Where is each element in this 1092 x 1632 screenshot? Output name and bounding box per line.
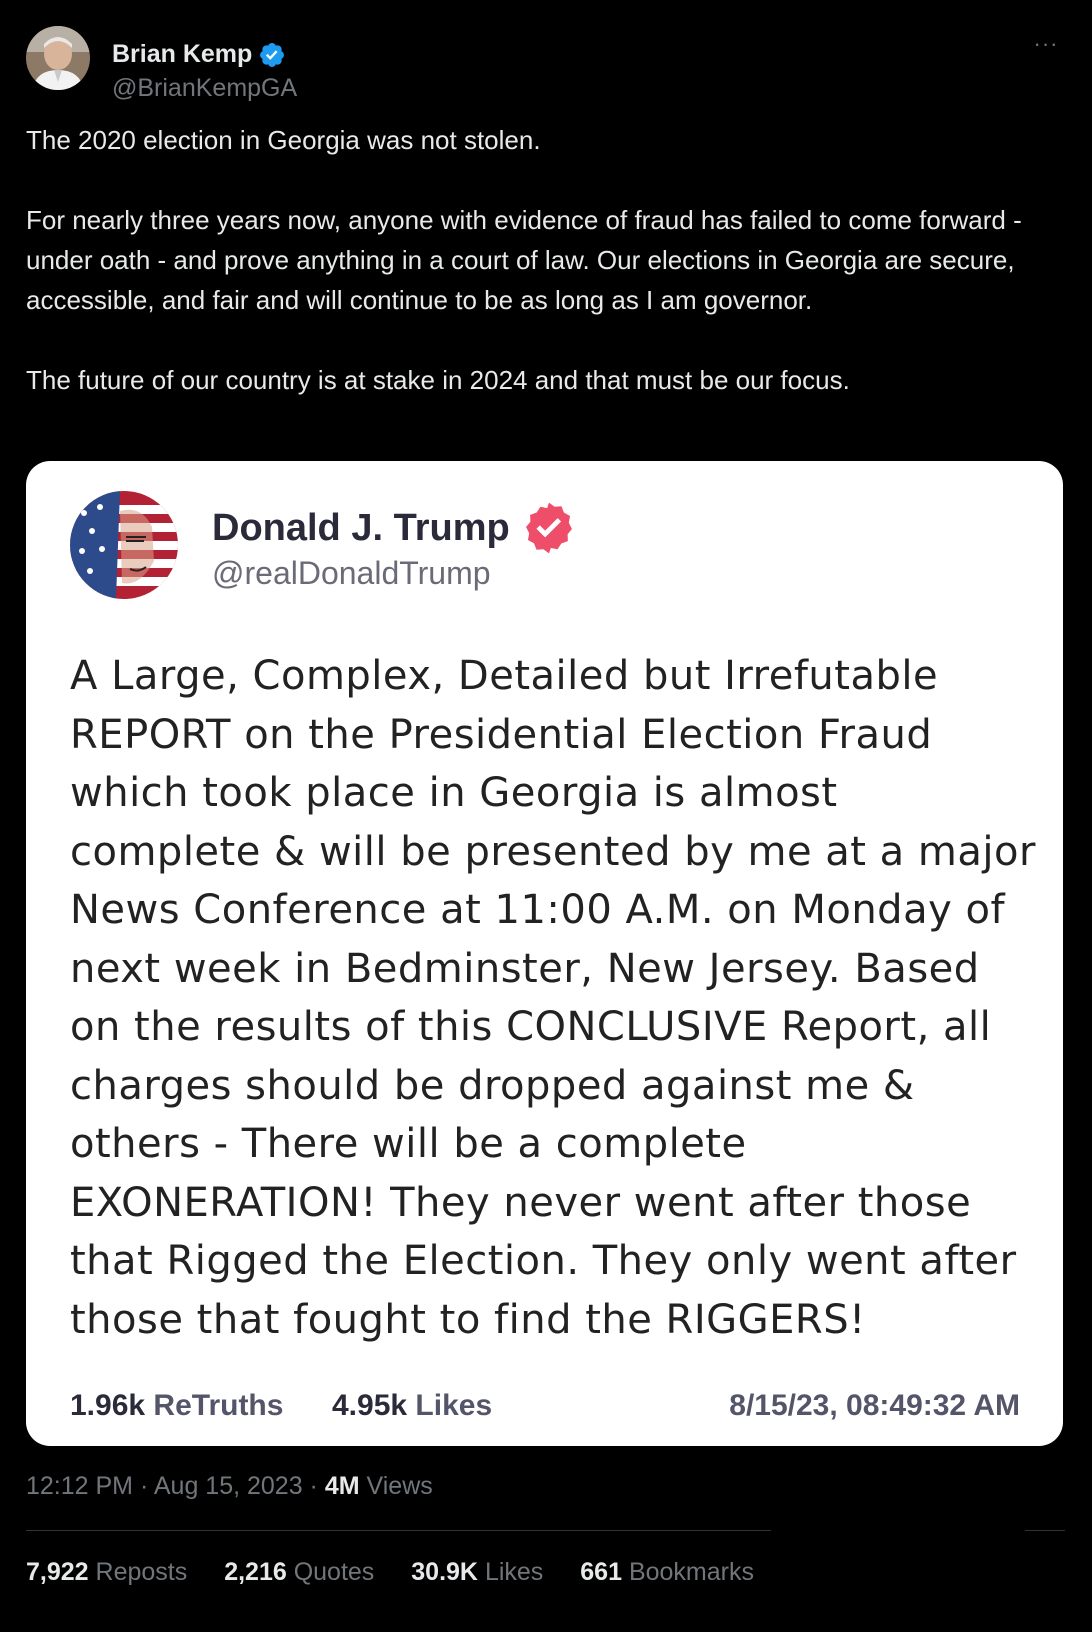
engagement-bar: 7,922 Reposts 2,216 Quotes 30.9K Likes 6… <box>26 1558 784 1587</box>
quoted-author-name: Donald J. Trump <box>212 506 510 549</box>
quoted-text-line: A Large, Complex, Detailed but Irrefutab… <box>70 653 939 699</box>
divider <box>26 1530 771 1531</box>
tweet-paragraph: The future of our country is at stake in… <box>26 365 850 395</box>
quoted-post-text: A Large, Complex, Detailed but Irrefutab… <box>70 647 1050 1349</box>
tweet-paragraph: For nearly three years now, anyone with … <box>26 205 1022 315</box>
views-label: Views <box>366 1472 433 1500</box>
meta-separator: · <box>302 1472 325 1500</box>
quoted-retruths-stat: 1.96k ReTruths <box>70 1389 283 1423</box>
quotes-label: Quotes <box>293 1558 375 1586</box>
quoted-likes-label: Likes <box>415 1389 493 1422</box>
more-options-button[interactable]: ··· <box>1026 31 1066 56</box>
likes-label: Likes <box>484 1558 544 1586</box>
truth-verified-badge-icon <box>525 502 572 554</box>
more-dots-icon: ··· <box>1033 31 1059 56</box>
tweet-meta: 12:12 PM · Aug 15, 2023 · 4M Views <box>26 1472 433 1501</box>
tweet-text: The 2020 election in Georgia was not sto… <box>26 120 1036 400</box>
tweet-time[interactable]: 12:12 PM <box>26 1472 133 1500</box>
quoted-likes-stat: 4.95k Likes <box>332 1389 492 1423</box>
quoted-text-line: complete & will be presented by me at a … <box>70 828 1036 875</box>
reposts-link[interactable]: 7,922 Reposts <box>26 1558 187 1587</box>
quoted-text-line: EXONERATION! They never went after those <box>70 1179 972 1226</box>
meta-separator: · <box>133 1472 154 1500</box>
bookmarks-label: Bookmarks <box>628 1558 754 1586</box>
views-count: 4M <box>324 1472 360 1500</box>
quoted-author-handle: @realDonaldTrump <box>212 555 491 591</box>
quoted-text-line: next week in Bedminster, New Jersey. Bas… <box>70 945 980 992</box>
quoted-text-line: News Conference at 11:00 A.M. on Monday … <box>70 887 1006 933</box>
likes-count: 30.9K <box>411 1558 478 1586</box>
likes-link[interactable]: 30.9K Likes <box>411 1558 543 1587</box>
quotes-link[interactable]: 2,216 Quotes <box>224 1558 374 1587</box>
bookmarks-count: 661 <box>580 1558 622 1586</box>
quoted-text-line: which took place in Georgia is almost <box>70 770 838 816</box>
quoted-text-line: charges should be dropped against me & <box>70 1062 915 1109</box>
quoted-text-line: those that fought to find the RIGGERS! <box>70 1296 866 1343</box>
quoted-likes-count: 4.95k <box>332 1389 408 1422</box>
quoted-text-line: on the results of this CONCLUSIVE Report… <box>70 1004 992 1050</box>
tweet-date[interactable]: Aug 15, 2023 <box>154 1472 303 1500</box>
quoted-post-timestamp: 8/15/23, 08:49:32 AM <box>729 1389 1020 1422</box>
quotes-count: 2,216 <box>224 1558 287 1586</box>
quoted-retruths-label: ReTruths <box>153 1389 284 1422</box>
reposts-label: Reposts <box>95 1558 188 1586</box>
bookmarks-link[interactable]: 661 Bookmarks <box>580 1558 754 1587</box>
quoted-author-avatar <box>70 491 178 599</box>
author-name[interactable]: Brian Kemp <box>112 40 252 69</box>
quoted-text-line: others - There will be a complete <box>70 1121 747 1167</box>
author-avatar[interactable] <box>26 26 90 90</box>
tweet-header: Brian Kemp @BrianKempGA ··· <box>26 26 1066 102</box>
tweet-paragraph: The 2020 election in Georgia was not sto… <box>26 125 541 155</box>
quoted-text-line: REPORT on the Presidential Election Frau… <box>70 711 933 758</box>
quoted-retruths-count: 1.96k <box>70 1389 146 1422</box>
author-handle[interactable]: @BrianKempGA <box>112 74 297 103</box>
divider <box>1025 1530 1065 1531</box>
verified-badge-icon <box>260 42 285 67</box>
quoted-post-image[interactable]: Donald J. Trump @realDonaldTrump A Large… <box>26 461 1063 1446</box>
reposts-count: 7,922 <box>26 1558 89 1586</box>
quoted-text-line: that Rigged the Election. They only went… <box>70 1238 1017 1284</box>
